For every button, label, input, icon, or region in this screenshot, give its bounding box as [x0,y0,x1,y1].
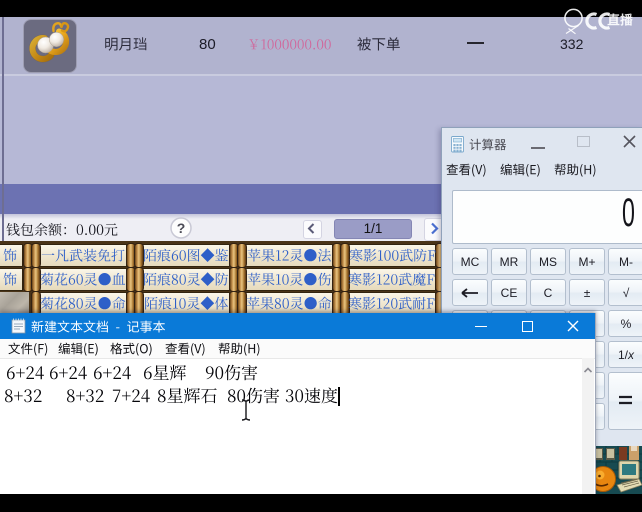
svg-text:?: ? [177,220,186,236]
